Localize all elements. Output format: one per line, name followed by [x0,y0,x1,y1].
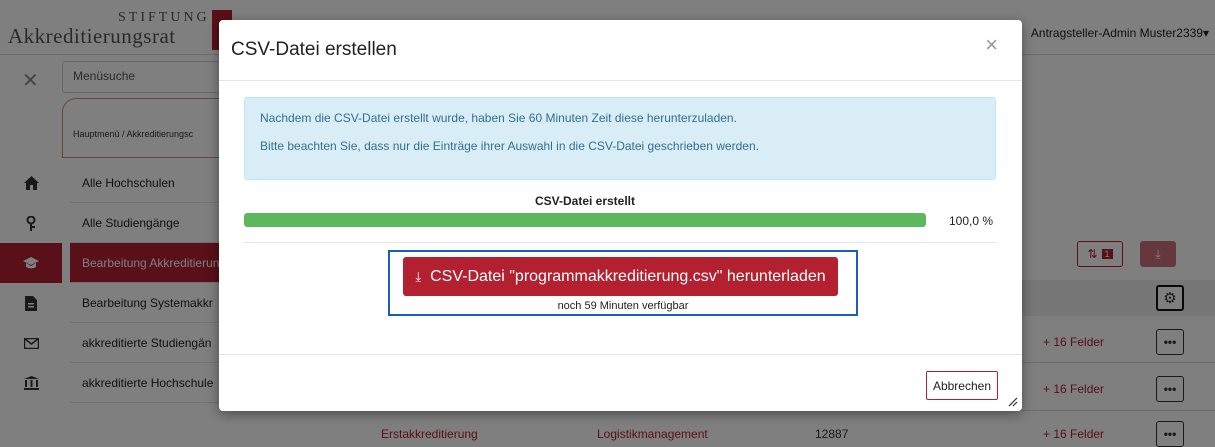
download-button-label: CSV-Datei "programmakkreditierung.csv" h… [430,267,826,285]
progress-bar [244,213,926,227]
availability-note: noch 59 Minuten verfügbar [557,300,689,312]
dialog-header: CSV-Datei erstellen × [219,20,1022,81]
progress-percent: 100,0 % [949,214,994,228]
csv-export-dialog: CSV-Datei erstellen × Nachdem die CSV-Da… [219,20,1022,411]
alert-text-selection: Bitte beachten Sie, dass nur die Einträg… [260,139,759,153]
info-alert: Nachdem die CSV-Datei erstellt wurde, ha… [244,97,996,180]
divider [244,242,996,243]
dialog-title: CSV-Datei erstellen [231,39,397,60]
download-csv-button[interactable]: ⤓ CSV-Datei "programmakkreditierung.csv"… [403,257,838,296]
dialog-footer: Abbrechen [219,354,1022,411]
resize-handle-icon[interactable] [1006,395,1018,407]
download-icon: ⤓ [415,268,422,284]
cancel-button[interactable]: Abbrechen [925,371,998,400]
progress-fill [244,213,926,227]
alert-text-time: Nachdem die CSV-Datei erstellt wurde, ha… [260,111,737,125]
progress-label: CSV-Datei erstellt [534,194,636,208]
close-icon[interactable]: × [985,32,998,58]
